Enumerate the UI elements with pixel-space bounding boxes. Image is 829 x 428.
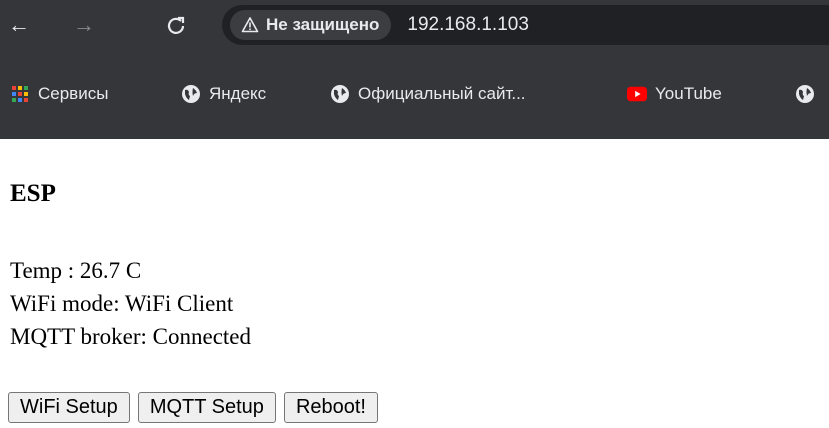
page-title: ESP xyxy=(10,180,56,207)
url-text[interactable]: 192.168.1.103 xyxy=(407,14,529,36)
bookmark-services[interactable]: Сервисы xyxy=(10,76,108,112)
apps-grid-icon xyxy=(10,84,30,104)
bookmark-label: Яндекс xyxy=(209,84,267,103)
security-chip[interactable]: Не защищено xyxy=(230,10,392,40)
mqtt-broker-status: MQTT broker: Connected xyxy=(10,324,252,349)
wifi-mode-status: WiFi mode: WiFi Client xyxy=(10,291,234,316)
browser-chrome: ← → Не защищено 192.168.1.103 Сервисы Ян… xyxy=(0,0,829,139)
back-arrow-icon[interactable]: ← xyxy=(4,10,34,40)
bookmark-label: YouTube xyxy=(655,84,722,103)
globe-icon xyxy=(330,84,350,104)
bookmark-youtube[interactable]: YouTube xyxy=(627,76,722,112)
bookmarks-bar: Сервисы Яндекс Официальный сайт... YouTu… xyxy=(0,50,829,139)
bookmark-label: Сервисы xyxy=(38,84,109,103)
bookmark-yandex[interactable]: Яндекс xyxy=(181,76,266,112)
reload-icon[interactable] xyxy=(161,10,191,40)
bookmark-overflow[interactable] xyxy=(795,76,815,112)
page-content: ESP Temp : 26.7 C WiFi mode: WiFi Client… xyxy=(0,139,829,428)
reload-glyph-icon xyxy=(167,16,185,34)
temperature-reading: Temp : 26.7 C xyxy=(10,258,142,283)
bookmark-official-site[interactable]: Официальный сайт... xyxy=(330,76,526,112)
globe-icon xyxy=(181,84,201,104)
action-buttons: WiFi Setup MQTT Setup Reboot! xyxy=(8,392,378,423)
globe-icon xyxy=(795,84,815,104)
browser-toolbar: ← → Не защищено 192.168.1.103 xyxy=(0,0,829,50)
warning-triangle-icon xyxy=(240,15,260,35)
mqtt-setup-button[interactable]: MQTT Setup xyxy=(137,392,276,423)
security-label: Не защищено xyxy=(266,15,380,34)
youtube-icon xyxy=(627,84,647,104)
forward-arrow-icon[interactable]: → xyxy=(69,10,99,40)
bookmark-label: Официальный сайт... xyxy=(358,84,526,103)
wifi-setup-button[interactable]: WiFi Setup xyxy=(8,392,130,423)
reboot-button[interactable]: Reboot! xyxy=(283,392,378,423)
address-bar[interactable]: Не защищено 192.168.1.103 xyxy=(222,5,829,45)
